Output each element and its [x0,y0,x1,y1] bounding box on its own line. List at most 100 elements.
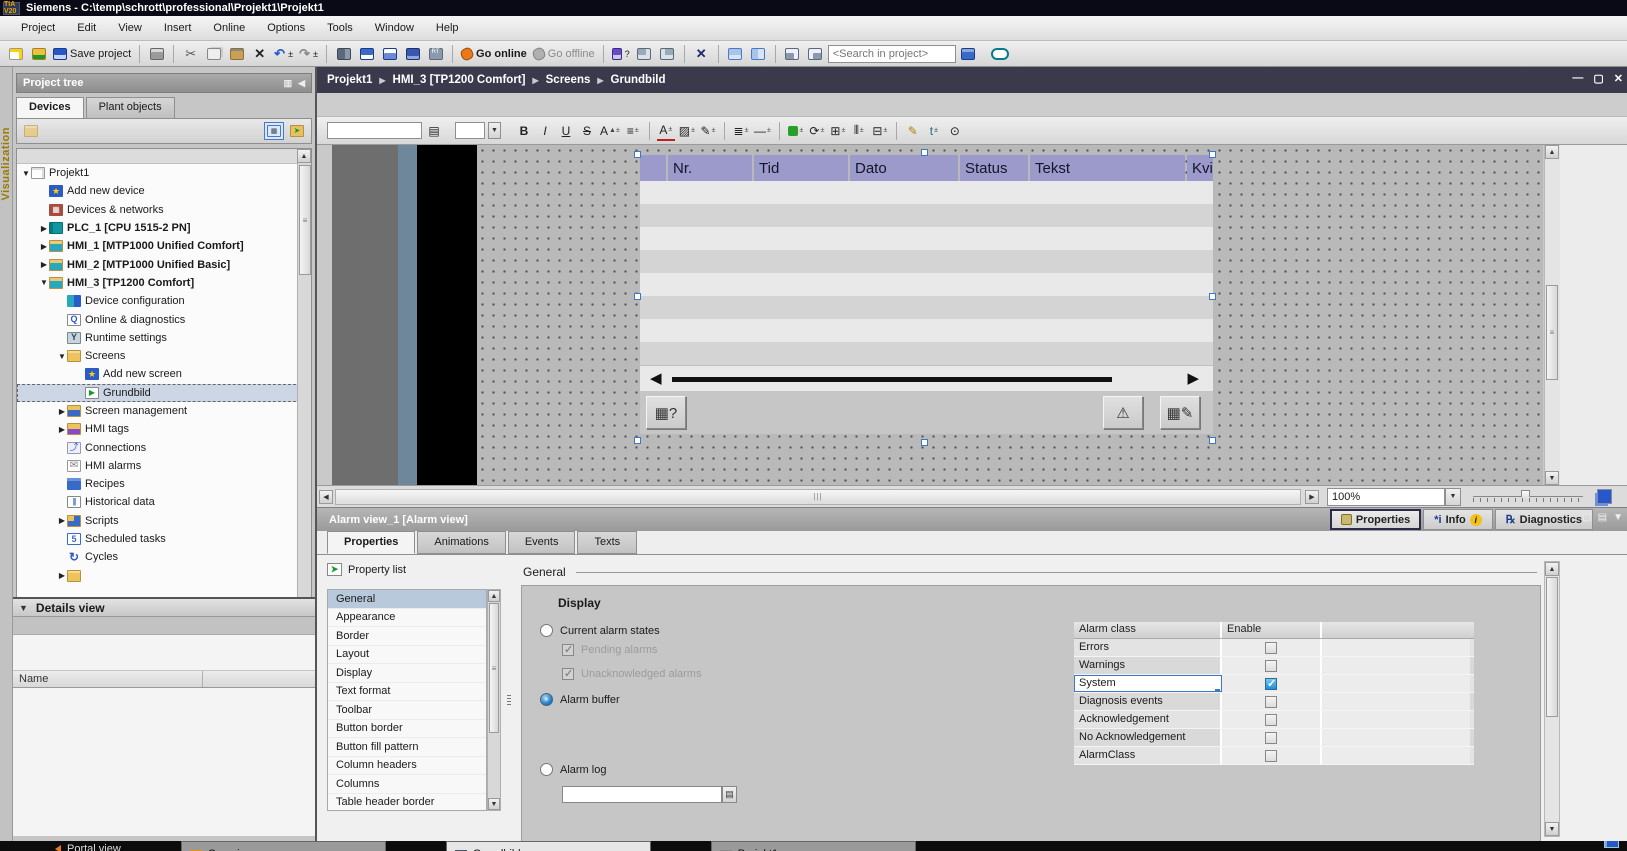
property-item-border[interactable]: Border [328,627,486,646]
tree-item-screen-management[interactable]: ▶ Screen management [17,402,311,420]
tab-info[interactable]: *iInfoi [1423,509,1493,530]
tree-item-add-new-device[interactable]: ★ Add new device [17,182,311,200]
bold-button[interactable]: B [515,121,533,141]
font-size-dropdown-icon[interactable]: ▼ [488,122,501,139]
zoom-dropdown-icon[interactable]: ▼ [1445,488,1461,506]
alarm-view-hscrollbar[interactable]: ◀ ▶ [640,365,1213,391]
line-style-button[interactable]: ≣± [732,121,750,141]
enable-checkbox[interactable] [1265,678,1277,690]
collapse-panel-icon[interactable]: ▼ [1613,512,1623,523]
alarm-log-input[interactable] [562,786,722,803]
breadcrumb-screens[interactable]: Screens [546,74,591,86]
tree-item-project[interactable]: ▼ Projekt1 [17,164,311,182]
taskbar-grundbild-button[interactable]: Grundbild [446,841,651,851]
tree-item-add-new-screen[interactable]: ★ Add new screen [17,365,311,383]
font-color-button[interactable]: A± [657,121,675,141]
zoom-slider[interactable] [1473,490,1583,504]
alarm-class-row-acknowledgement[interactable]: Acknowledgement [1074,711,1474,729]
radio-alarm-log[interactable]: Alarm log [540,763,606,776]
menu-tools[interactable]: Tools [316,19,364,37]
collapse-panel-icon[interactable]: ◀ [298,78,305,89]
fit-screen-icon[interactable] [1597,489,1612,504]
inspector-scroll-thumb[interactable] [1546,577,1558,717]
taskbar-corner-icon[interactable] [1604,841,1619,848]
property-item-toolbar[interactable]: Toolbar [328,701,486,720]
breadcrumb-device[interactable]: HMI_3 [TP1200 Comfort] [393,74,526,86]
property-item-layout[interactable]: Layout [328,646,486,665]
new-project-button[interactable] [5,43,26,64]
tree-item-plc1[interactable]: ▶ PLC_1 [CPU 1515-2 PN] [17,219,311,237]
menu-window[interactable]: Window [364,19,425,37]
tab-texts[interactable]: Texts [577,531,637,554]
tree-item-hmi-tags[interactable]: ▶ HMI tags [17,420,311,438]
tree-item-hmi1[interactable]: ▶ HMI_1 [MTP1000 Unified Comfort] [17,237,311,255]
details-name-column[interactable]: Name [13,671,203,687]
enable-column-header[interactable]: Enable [1222,622,1322,638]
same-size-button[interactable]: ⊟± [871,121,889,141]
tab-order-button[interactable]: t± [925,121,943,141]
selection-handle[interactable] [1209,437,1216,444]
template-black-bar[interactable] [417,145,477,485]
tree-scrollbar[interactable]: ▲ ≡ ▼ [297,149,311,658]
cut-button[interactable]: ✂ [180,43,201,64]
selection-handle[interactable] [921,439,928,446]
tree-item-grundbild[interactable]: ▶ Grundbild [17,384,311,402]
save-project-button[interactable]: Save project [51,43,133,64]
property-item-appearance[interactable]: Appearance [328,609,486,628]
canvas-vscrollbar[interactable]: ▲ ≡ ▼ [1544,145,1560,485]
touch-mode-button[interactable] [989,43,1011,64]
go-offline-button[interactable]: Go offline [531,43,597,64]
selection-handle[interactable] [921,149,928,156]
property-item-display[interactable]: Display [328,664,486,683]
checkbox-pending-alarms[interactable]: Pending alarms [562,644,657,656]
tree-item-device-configuration[interactable]: Device configuration [17,292,311,310]
selection-handle[interactable] [634,437,641,444]
menu-insert[interactable]: Insert [153,19,203,37]
alarm-class-row-errors[interactable]: Errors [1074,639,1474,657]
tab-properties[interactable]: Properties [327,531,415,554]
stop-simulation-button[interactable] [657,43,678,64]
split-horizontal-button[interactable] [725,43,746,64]
alarm-class-row-no-acknowledgement[interactable]: No Acknowledgement [1074,729,1474,747]
font-name-input[interactable] [327,122,422,139]
distribute-button[interactable]: ⫴± [850,121,868,141]
scroll-down-icon[interactable]: ▼ [1545,471,1559,485]
tab-properties-side[interactable]: Properties [1330,509,1421,530]
enable-checkbox[interactable] [1265,696,1277,708]
scroll-up-icon[interactable]: ▲ [1545,562,1559,576]
collapsed-arrow-icon[interactable]: ▶ [57,571,67,580]
scroll-down-icon[interactable]: ▼ [1545,822,1559,836]
zoom-select-button[interactable]: ⊙ [946,121,964,141]
font-size-input[interactable] [455,122,485,139]
property-item-table-header-border[interactable]: Table header border [328,794,486,813]
line-weight-button[interactable]: —± [753,121,772,141]
expand-tree-button[interactable]: ➤ [287,122,307,140]
menu-options[interactable]: Options [256,19,316,37]
expanded-arrow-icon[interactable]: ▼ [21,169,31,178]
canvas-hscrollbar[interactable]: ||| [335,489,1301,505]
undo-button[interactable]: ↶± [272,43,295,64]
property-item-general[interactable]: General [328,590,486,609]
property-list-scrollbar[interactable]: ▲ ≡ ▼ [487,589,501,811]
alarm-class-row-system[interactable]: System [1074,675,1474,693]
menu-help[interactable]: Help [425,19,470,37]
start-simulation-button[interactable] [634,43,655,64]
collapsed-arrow-icon[interactable]: ▶ [39,224,49,233]
alarm-acknowledge-button[interactable]: ⚠ [1103,396,1143,429]
tree-item-connections[interactable]: ⤴ Connections [17,438,311,456]
scroll-up-icon[interactable]: ▲ [297,149,311,163]
copy-button[interactable] [203,43,224,64]
object-color-button[interactable]: ± [787,121,805,141]
selection-handle[interactable] [1209,293,1216,300]
alarm-log-browse-button[interactable]: ▤ [722,786,737,803]
italic-button[interactable]: I [536,121,554,141]
menu-online[interactable]: Online [202,19,256,37]
paste-button[interactable] [226,43,247,64]
property-item-column-headers[interactable]: Column headers [328,757,486,776]
tree-item-devices-networks[interactable]: ▦ Devices & networks [17,201,311,219]
tree-item-partial[interactable]: ▶ [17,567,311,585]
selection-handle[interactable] [634,151,641,158]
alarm-view-widget[interactable]: Nr. Tid Dato Status Tekst Kvitt [640,155,1213,437]
enable-checkbox[interactable] [1265,714,1277,726]
collapsed-arrow-icon[interactable]: ▶ [57,516,67,525]
